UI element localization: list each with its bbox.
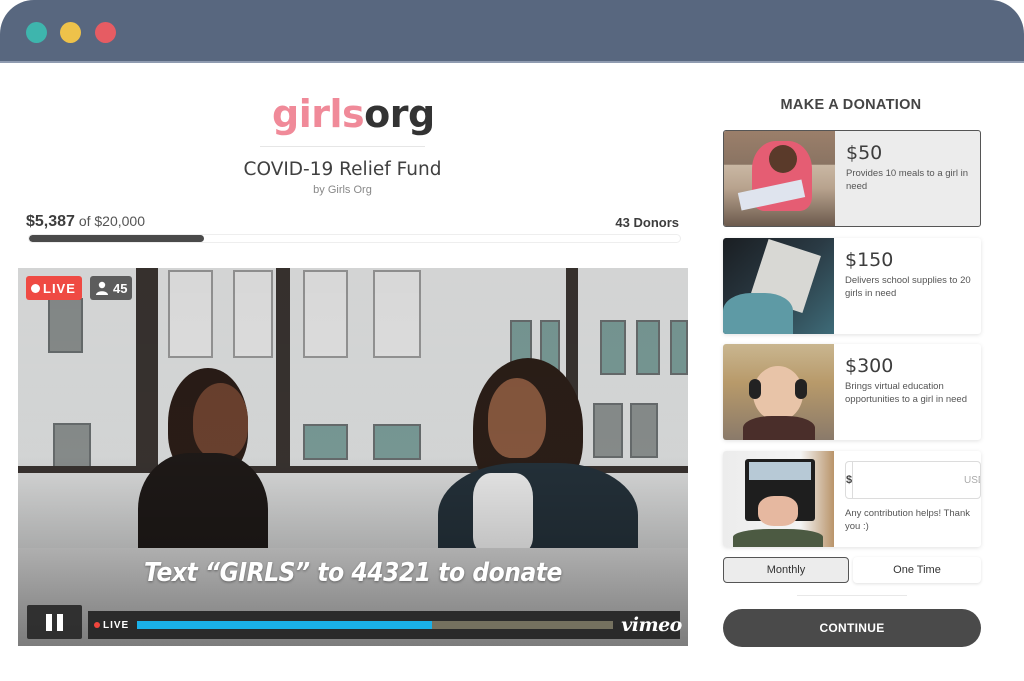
custom-amount-note: Any contribution helps! Thank you :) [845,508,970,532]
pause-icon [46,613,52,631]
image-detail [758,496,798,526]
amount-raised: $5,387 of $20,000 [26,213,145,231]
option-body: $300 Brings virtual education opportunit… [834,344,981,440]
option-amount: $50 [846,142,883,164]
option-image-girl-reading [724,131,835,226]
currency-prefix: $ [846,462,854,498]
video-progress-track[interactable] [137,621,614,629]
campaign-title: COVID-19 Relief Fund [243,159,442,180]
image-detail [749,462,811,480]
live-badge-label: LIVE [43,280,76,296]
option-image-laptop [723,451,834,547]
controls-live-indicator: LIVE [94,620,129,631]
option-body: $ Any contribution helps! Thank you :) [834,451,981,547]
option-amount: $150 [845,249,894,271]
donation-option-custom: $ Any contribution helps! Thank you :) [723,451,981,547]
option-description: Provides 10 meals to a girl in need [846,168,968,192]
video-progress-fill [137,621,433,629]
custom-amount-field: $ [845,461,981,499]
image-detail [749,379,761,399]
window-maximize-button[interactable] [95,22,116,43]
browser-window: girlsorg COVID-19 Relief Fund by Girls O… [0,0,1024,681]
campaign-byline: by Girls Org [313,184,372,196]
logo-divider [260,146,425,147]
window-minimize-button[interactable] [60,22,81,43]
user-icon [96,281,108,295]
viewer-count-badge: 45 [90,276,133,300]
video-overlay-caption: Text “GIRLS” to 44321 to donate [144,558,562,588]
window-close-button[interactable] [26,22,47,43]
option-image-girl-headphones [723,344,834,440]
logo-org: org [364,92,435,136]
donation-option-150[interactable]: $150 Delivers school supplies to 20 girl… [723,238,981,334]
raised-amount: $5,387 [26,213,75,230]
divider [797,595,907,596]
pause-icon [57,613,63,631]
option-body: $50 Provides 10 meals to a girl in need [835,131,980,226]
goal-text: of $20,000 [78,213,145,229]
video-controls-bar: LIVE vimeo [88,611,682,639]
fundraising-progress-fill [29,235,205,242]
video-frame [18,268,688,646]
girlsorg-logo[interactable]: girlsorg [272,92,435,136]
live-dot-icon [31,283,40,293]
option-description: Delivers school supplies to 20 girls in … [845,275,971,299]
pause-button[interactable] [27,605,82,639]
vimeo-logo[interactable]: vimeo [621,614,682,636]
live-dot-icon [94,622,100,628]
option-description: Brings virtual education opportunities t… [845,381,967,405]
option-image-reading-book [723,238,834,334]
frequency-monthly-button[interactable]: Monthly [723,557,849,583]
image-detail [795,379,807,399]
donation-title: MAKE A DONATION [780,97,922,113]
donation-option-300[interactable]: $300 Brings virtual education opportunit… [723,344,981,440]
image-detail [733,529,823,547]
fundraising-progress-bar [28,234,681,243]
controls-live-label: LIVE [103,619,130,631]
continue-button[interactable]: CONTINUE [723,609,981,647]
frequency-onetime-button[interactable]: One Time [853,557,981,583]
video-player[interactable]: LIVE 45 Text “GIRLS” to 44321 to donate … [18,268,688,646]
image-detail [723,293,793,334]
donor-count: 43 Donors [615,215,679,230]
viewer-count: 45 [113,280,128,296]
donation-option-50[interactable]: $50 Provides 10 meals to a girl in need [723,130,981,227]
live-badge: LIVE [26,276,82,300]
image-detail [769,145,797,173]
option-amount: $300 [845,355,894,377]
custom-amount-input[interactable] [853,462,980,498]
option-body: $150 Delivers school supplies to 20 girl… [834,238,981,334]
logo-girls: girls [272,92,365,136]
video-shade [18,268,688,646]
image-detail [743,416,815,440]
window-titlebar [0,0,1024,63]
